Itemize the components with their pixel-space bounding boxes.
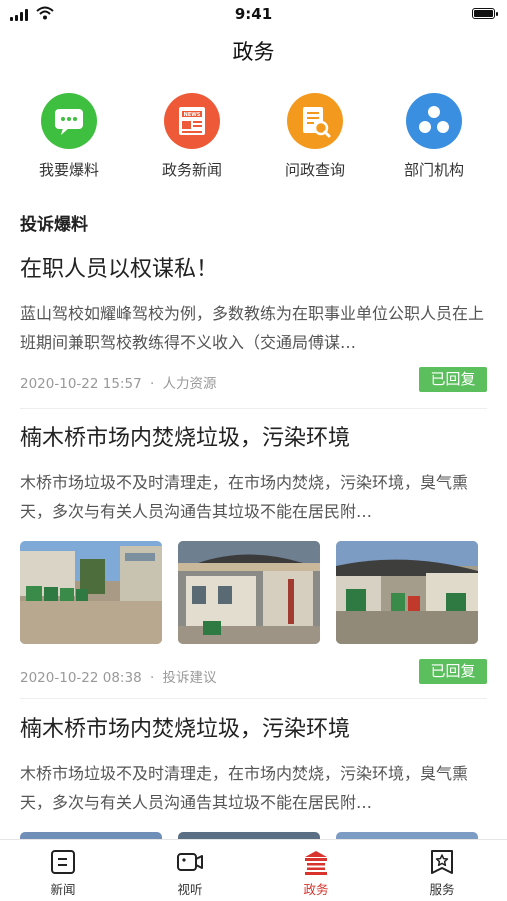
organization-icon — [406, 93, 462, 149]
news-icon: NEWS — [164, 93, 220, 149]
quick-action-report[interactable]: 我要爆料 — [9, 93, 129, 180]
post-body: 木桥市场垃圾不及时清理走，在市场内焚烧，污染环境，臭气熏天，多次与有关人员沟通告… — [20, 764, 469, 812]
post-body: 木桥市场垃圾不及时清理走，在市场内焚烧，污染环境，臭气熏天，多次与有关人员沟通告… — [20, 473, 469, 521]
tab-service[interactable]: 服务 — [402, 848, 482, 898]
tab-video[interactable]: 视听 — [150, 848, 230, 898]
svg-text:NEWS: NEWS — [184, 112, 201, 118]
page-title: 政务 — [232, 40, 275, 64]
meta-separator: · — [149, 670, 155, 686]
post-photo[interactable] — [336, 541, 478, 644]
post-card[interactable]: 楠木桥市场内焚烧垃圾，污染环境 木桥市场垃圾不及时清理走，在市场内焚烧，污染环境… — [20, 715, 487, 839]
quick-action-label: 我要爆料 — [38, 161, 99, 179]
post-date: 2020-10-22 15:57 — [20, 376, 142, 392]
service-tab-icon — [428, 848, 456, 876]
tab-label: 服务 — [429, 882, 455, 897]
post-card[interactable]: 楠木桥市场内焚烧垃圾，污染环境 木桥市场垃圾不及时清理走，在市场内焚烧，污染环境… — [20, 424, 487, 694]
tab-label: 视听 — [177, 882, 203, 897]
quick-action-query[interactable]: 问政查询 — [255, 93, 375, 180]
post-meta: 2020-10-22 15:57 · 人力资源 — [20, 372, 217, 392]
section-title: 投诉爆料 — [20, 215, 88, 235]
meta-separator: · — [149, 376, 155, 392]
post-photo[interactable] — [20, 541, 162, 644]
status-badge: 已回复 — [419, 367, 487, 392]
document-search-icon — [287, 93, 343, 149]
post-meta: 2020-10-22 08:38 · 投诉建议 — [20, 666, 217, 686]
status-bar: 9:41 — [0, 0, 507, 26]
tab-label: 新闻 — [50, 882, 76, 897]
video-tab-icon — [176, 848, 204, 876]
news-tab-icon — [49, 848, 77, 876]
post-title: 楠木桥市场内焚烧垃圾，污染环境 — [20, 717, 351, 742]
post-title: 在职人员以权谋私！ — [20, 257, 219, 282]
post-card[interactable]: 在职人员以权谋私！ 蓝山驾校如耀峰驾校为例，多数教练为在职事业单位公职人员在上班… — [20, 255, 487, 395]
quick-action-news[interactable]: NEWS 政务新闻 — [132, 93, 252, 180]
post-date: 2020-10-22 08:38 — [20, 670, 142, 686]
post-photo[interactable] — [336, 832, 478, 839]
quick-action-label: 问政查询 — [284, 161, 345, 179]
post-title: 楠木桥市场内焚烧垃圾，污染环境 — [20, 426, 351, 451]
post-body: 蓝山驾校如耀峰驾校为例，多数教练为在职事业单位公职人员在上班期间兼职驾校教练得不… — [20, 304, 485, 352]
tab-label: 政务 — [303, 882, 329, 897]
quick-action-label: 政务新闻 — [161, 161, 222, 179]
post-photo[interactable] — [20, 832, 162, 839]
chat-bubble-icon — [41, 93, 97, 149]
tab-government[interactable]: 政务 — [276, 848, 356, 898]
divider — [20, 698, 487, 699]
quick-action-label: 部门机构 — [403, 161, 464, 179]
post-photo[interactable] — [178, 541, 320, 644]
post-category: 投诉建议 — [162, 670, 217, 686]
status-badge: 已回复 — [419, 659, 487, 684]
tab-bar: 新闻 视听 政务 服务 — [0, 839, 507, 901]
government-tab-icon — [302, 848, 330, 876]
status-time: 9:41 — [234, 5, 273, 23]
divider — [20, 408, 487, 409]
quick-action-departments[interactable]: 部门机构 — [374, 93, 494, 180]
tab-news[interactable]: 新闻 — [23, 848, 103, 898]
post-photo[interactable] — [178, 832, 320, 839]
quick-actions: 我要爆料 NEWS 政务新闻 问政查询 部门机构 — [0, 93, 507, 183]
battery-icon — [472, 8, 498, 19]
post-category: 人力资源 — [162, 376, 217, 392]
